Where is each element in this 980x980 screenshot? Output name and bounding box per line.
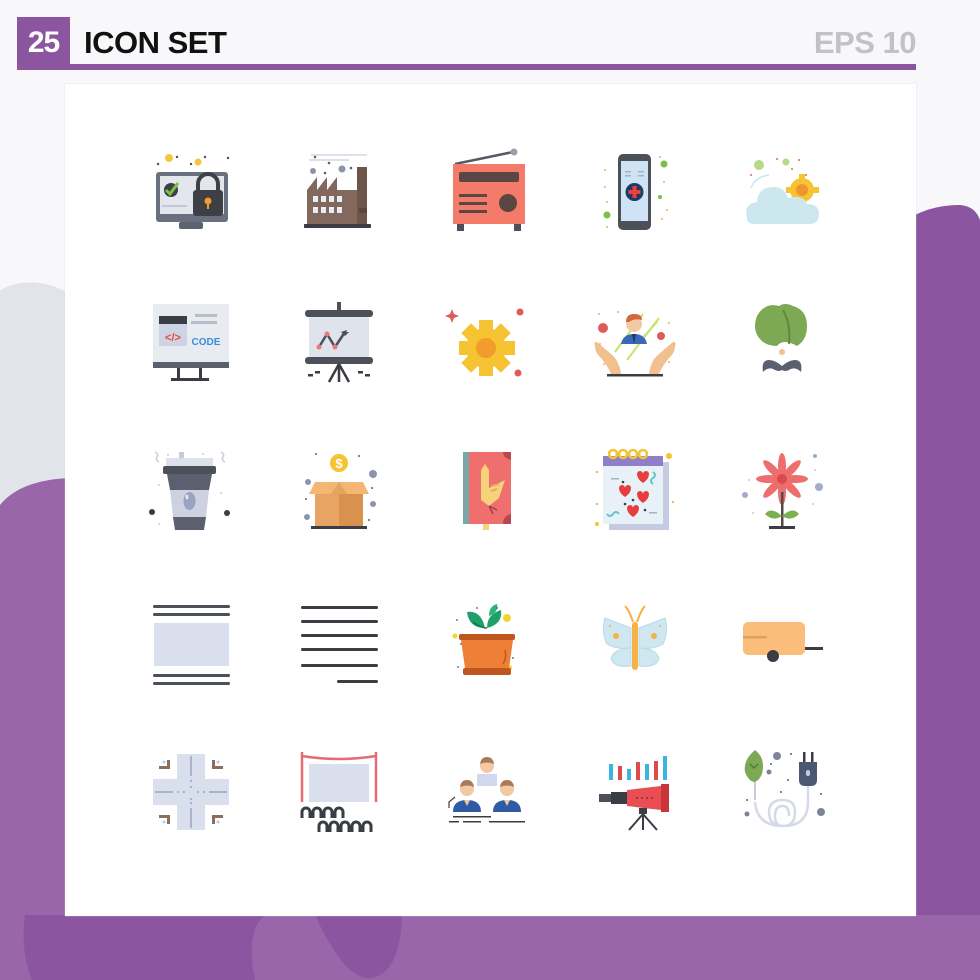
code-label: CODE [192,337,221,348]
eco-power-plug-icon [733,742,833,842]
header: 25 ICON SET EPS 10 [17,17,917,70]
set-title: ICON SET [84,25,227,60]
coffee-cup-icon [141,442,241,542]
align-right-text-icon [289,592,389,692]
team-group-icon [437,742,537,842]
computer-security-lock-icon [141,142,241,242]
icon-grid-card: </> CODE $ [65,84,916,916]
love-calendar-icon [585,442,685,542]
svg-text:</>: </> [165,332,181,344]
flower-icon [733,442,833,542]
hands-employee-care-icon [585,292,685,392]
presentation-chart-icon [289,292,389,392]
image-text-layout-icon [141,592,241,692]
factory-icon [289,142,389,242]
right-purple-blob [915,205,980,980]
telescope-analytics-icon [585,742,685,842]
butterfly-icon [585,592,685,692]
dollar-sign: $ [335,456,343,471]
potted-plant-icon [437,592,537,692]
icon-count-badge: 25 [17,17,70,70]
camping-trailer-icon [733,592,833,692]
turban-mustache-icon [733,292,833,392]
bird-book-icon [437,442,537,542]
crossroad-map-icon [141,742,241,842]
mobile-medical-app-icon [585,142,685,242]
radio-icon [437,142,537,242]
theater-cinema-icon [289,742,389,842]
dollar-box-icon: $ [289,442,389,542]
gear-settings-icon [437,292,537,392]
cloud-sun-weather-icon [733,142,833,242]
code-monitor-icon: </> CODE [141,292,241,392]
format-label: EPS 10 [813,25,917,60]
header-divider [17,64,916,70]
